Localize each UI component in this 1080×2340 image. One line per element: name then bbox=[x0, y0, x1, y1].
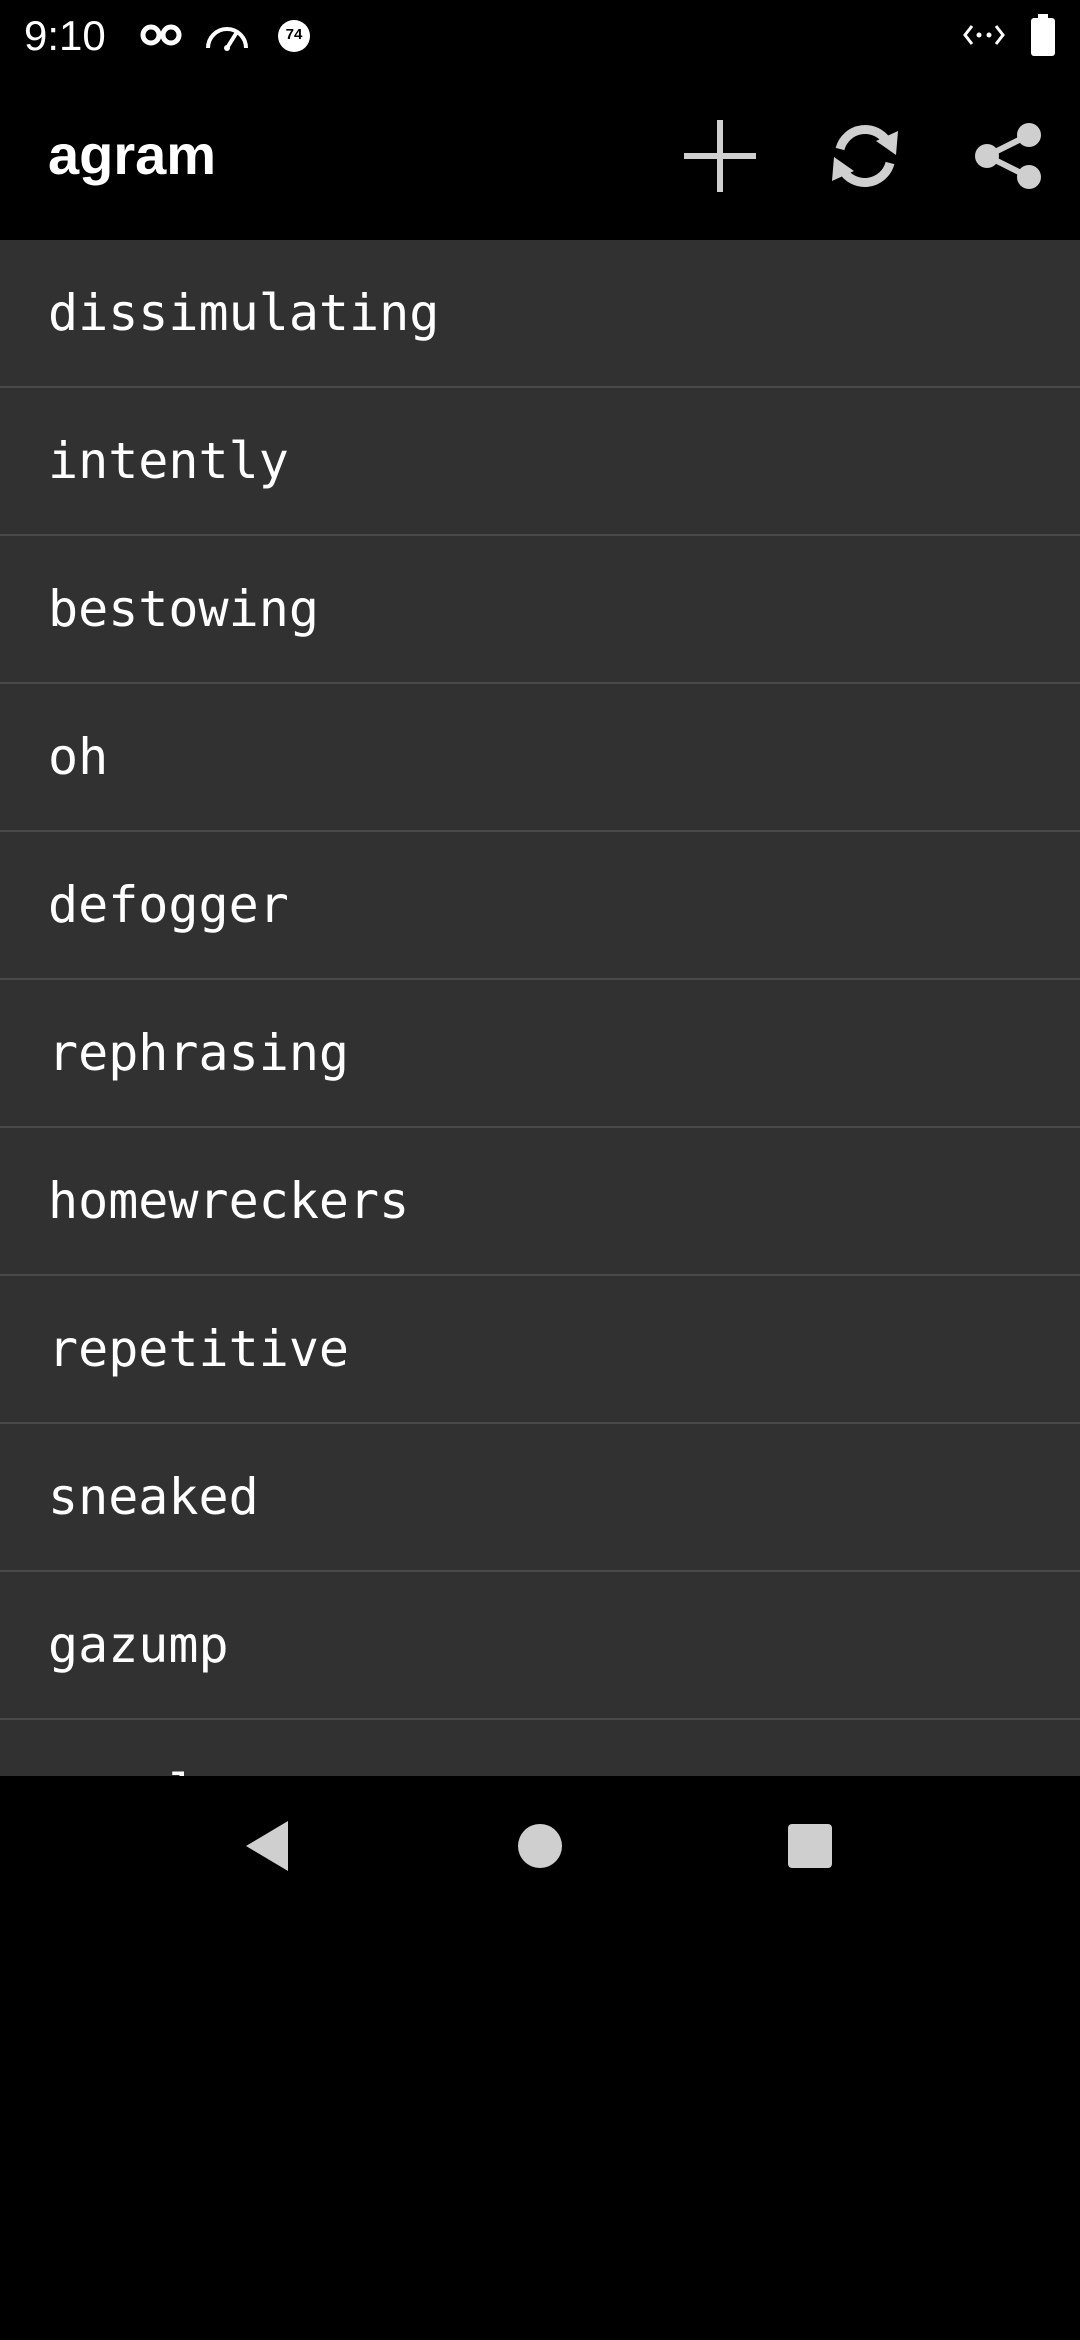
refresh-icon bbox=[828, 119, 902, 198]
share-button[interactable] bbox=[958, 108, 1058, 208]
add-icon bbox=[682, 118, 758, 199]
list-item[interactable]: intently bbox=[0, 388, 1080, 536]
list-item-label: defogger bbox=[48, 876, 289, 934]
back-button[interactable] bbox=[218, 1798, 318, 1898]
list-item-label: oh bbox=[48, 728, 109, 786]
list-item-label: dissimulating bbox=[48, 284, 440, 342]
app-title: agram bbox=[48, 123, 217, 186]
list-item[interactable]: bestowing bbox=[0, 536, 1080, 684]
list-item[interactable]: homewreckers bbox=[0, 1128, 1080, 1276]
back-icon bbox=[244, 1819, 292, 1878]
list-item-label: bestowing bbox=[48, 580, 319, 638]
recents-button[interactable] bbox=[760, 1798, 860, 1898]
data-arrows-icon bbox=[962, 20, 1006, 55]
list-item[interactable]: repetitive bbox=[0, 1276, 1080, 1424]
badge-number: 74 bbox=[285, 26, 303, 43]
list-item[interactable]: gazump bbox=[0, 1572, 1080, 1720]
speedometer-icon bbox=[204, 18, 250, 57]
share-icon bbox=[973, 121, 1043, 196]
list-item-label: intently bbox=[48, 432, 289, 490]
list-item-label: sneaked bbox=[48, 1468, 259, 1526]
list-item-label: repetitive bbox=[48, 1320, 350, 1378]
add-button[interactable] bbox=[670, 108, 770, 208]
navigation-bar bbox=[0, 1776, 1080, 1918]
app-bar: agram bbox=[0, 72, 1080, 240]
home-button[interactable] bbox=[490, 1798, 590, 1898]
list-item-label: rephrasing bbox=[48, 1024, 350, 1082]
refresh-button[interactable] bbox=[815, 108, 915, 208]
list-item[interactable]: dissimulating bbox=[0, 240, 1080, 388]
status-bar: 9:10 74 bbox=[0, 0, 1080, 72]
recents-icon bbox=[786, 1822, 834, 1875]
list-item[interactable]: camel bbox=[0, 1720, 1080, 1776]
list-item[interactable]: rephrasing bbox=[0, 980, 1080, 1128]
list-item-label: homewreckers bbox=[48, 1172, 410, 1230]
list-item[interactable]: oh bbox=[0, 684, 1080, 832]
battery-icon bbox=[1030, 14, 1056, 61]
list-item-label: camel bbox=[48, 1758, 199, 1776]
word-list[interactable]: dissimulating intently bestowing oh defo… bbox=[0, 240, 1080, 1776]
incognito-icon bbox=[140, 22, 182, 53]
status-time: 9:10 bbox=[24, 12, 106, 59]
list-item[interactable]: sneaked bbox=[0, 1424, 1080, 1572]
badge-icon: 74 bbox=[276, 18, 312, 59]
home-icon bbox=[516, 1822, 564, 1875]
list-item-label: gazump bbox=[48, 1616, 229, 1674]
list-item[interactable]: defogger bbox=[0, 832, 1080, 980]
